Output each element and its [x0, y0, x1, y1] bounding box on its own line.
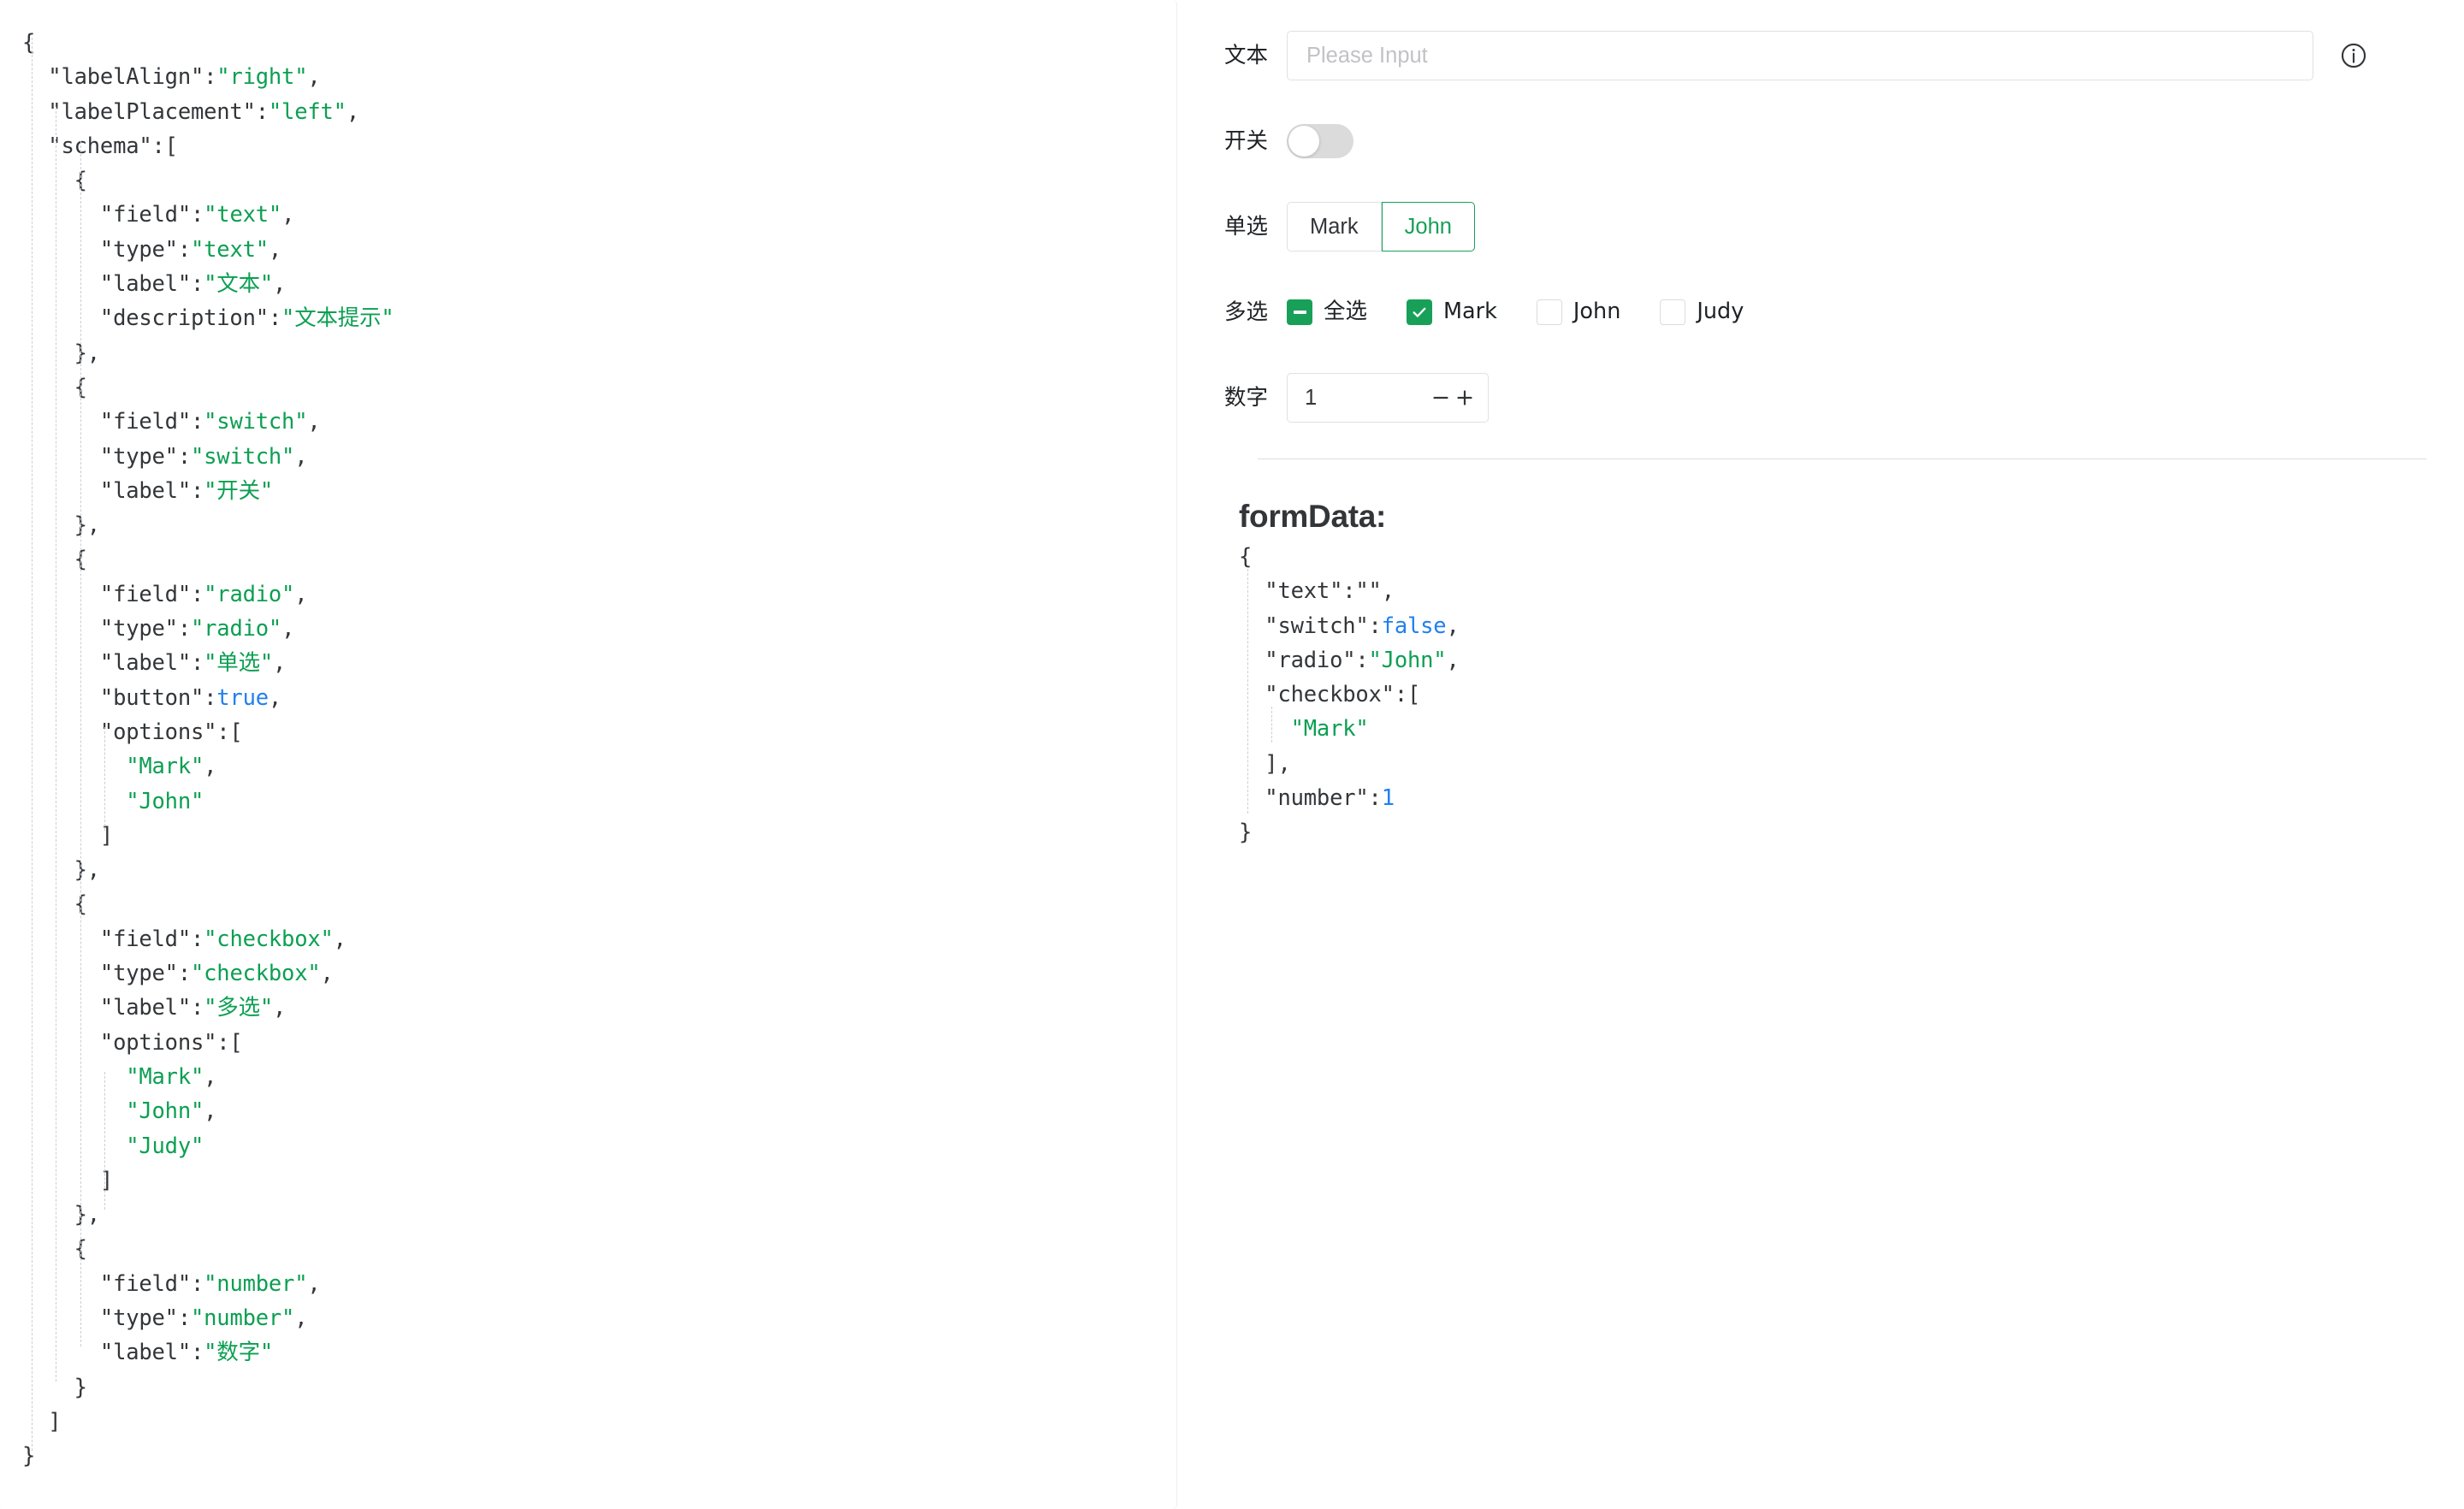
- radio-field-control: Mark John: [1287, 202, 2426, 252]
- checkbox-empty-box-john: [1537, 299, 1562, 325]
- number-field-control: 1: [1287, 373, 2426, 423]
- number-input-wrapper[interactable]: 1: [1287, 373, 1489, 423]
- checkbox-empty-box-judy: [1660, 299, 1685, 325]
- number-field-label: 数字: [1215, 373, 1287, 423]
- schema-json-code[interactable]: { "labelAlign":"right", "labelPlacement"…: [22, 26, 1176, 1473]
- radio-button-group[interactable]: Mark John: [1287, 202, 1475, 252]
- checkbox-check-icon: [1407, 299, 1432, 325]
- form-row-checkbox: 多选 全选 Mark: [1215, 287, 2426, 337]
- checkbox-judy-label: Judy: [1697, 301, 1744, 323]
- form-row-switch: 开关: [1215, 116, 2426, 166]
- schema-code-panel[interactable]: { "labelAlign":"right", "labelPlacement"…: [0, 0, 1177, 1509]
- text-field-control: [1287, 31, 2426, 80]
- radio-button-mark[interactable]: Mark: [1287, 202, 1382, 252]
- switch-knob: [1288, 126, 1319, 157]
- checkbox-indeterminate-icon: [1287, 299, 1312, 325]
- checkbox-john-label: John: [1573, 301, 1620, 323]
- form-data-json-code: { "text":"", "switch":false, "radio":"Jo…: [1239, 540, 2426, 850]
- switch-field-control: [1287, 116, 2426, 166]
- text-input-wrapper[interactable]: [1287, 31, 2313, 80]
- checkbox-judy[interactable]: Judy: [1660, 299, 1744, 325]
- schema-code-inner: { "labelAlign":"right", "labelPlacement"…: [0, 0, 1176, 1473]
- switch-toggle[interactable]: [1287, 124, 1353, 158]
- info-circle-icon[interactable]: [2339, 41, 2368, 70]
- text-input[interactable]: [1305, 43, 2295, 69]
- checkbox-select-all-label: 全选: [1324, 301, 1367, 323]
- checkbox-mark[interactable]: Mark: [1407, 299, 1497, 325]
- radio-field-label: 单选: [1215, 202, 1287, 252]
- checkbox-field-control: 全选 Mark John: [1287, 287, 2426, 337]
- text-field-label: 文本: [1215, 31, 1287, 80]
- checkbox-group[interactable]: 全选 Mark John: [1287, 299, 1744, 325]
- minus-bar: [1294, 311, 1306, 314]
- checkbox-field-label: 多选: [1215, 287, 1287, 337]
- app-root: { "labelAlign":"right", "labelPlacement"…: [0, 0, 2464, 1509]
- checkbox-mark-label: Mark: [1443, 301, 1497, 323]
- switch-field-label: 开关: [1215, 116, 1287, 166]
- radio-button-john[interactable]: John: [1382, 202, 1475, 252]
- form-row-text: 文本: [1215, 31, 2426, 80]
- form-data-title: formData:: [1239, 499, 2426, 535]
- form-preview-panel: 文本 开关: [1177, 0, 2464, 1509]
- form-row-number: 数字 1: [1215, 373, 2426, 423]
- checkbox-select-all[interactable]: 全选: [1287, 299, 1367, 325]
- number-input-value[interactable]: 1: [1305, 386, 1428, 411]
- form-row-radio: 单选 Mark John: [1215, 202, 2426, 252]
- minus-icon[interactable]: [1430, 387, 1452, 409]
- checkbox-john[interactable]: John: [1537, 299, 1620, 325]
- form-data-output-wrapper: { "text":"", "switch":false, "radio":"Jo…: [1239, 540, 2426, 850]
- plus-icon[interactable]: [1454, 387, 1476, 409]
